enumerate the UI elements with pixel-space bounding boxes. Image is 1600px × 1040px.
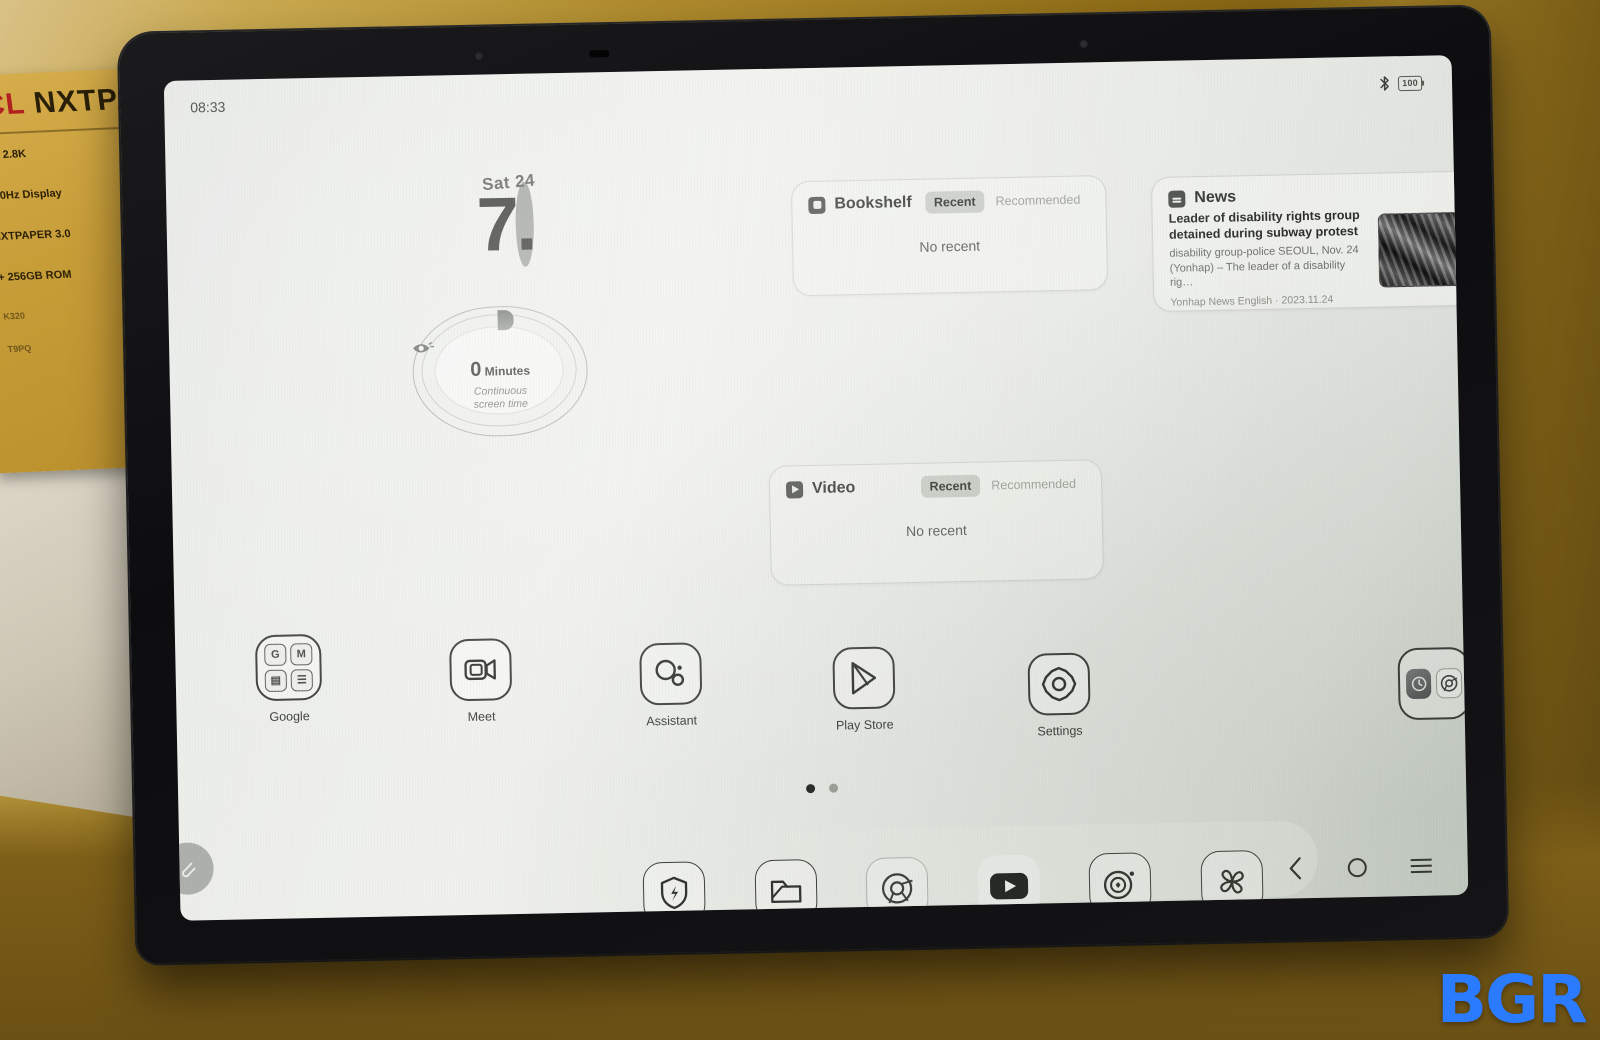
light-sensor-icon [1079, 39, 1089, 49]
placard-brand-tcl: TCL [0, 87, 27, 123]
video-tabs: Recent Recommended [920, 473, 1085, 498]
status-indicators: 100 [1379, 75, 1423, 92]
news-widget[interactable]: News Leader of disability rights group d… [1150, 170, 1469, 313]
app-label-assistant: Assistant [646, 713, 698, 729]
app-settings[interactable]: Settings [1003, 652, 1115, 739]
dock-item-files[interactable] [754, 859, 818, 921]
video-tab-recommended[interactable]: Recommended [982, 473, 1085, 497]
screen-time-label: Continuous screen time [413, 383, 588, 413]
app-label-meet: Meet [467, 709, 496, 724]
dock-item-security[interactable] [642, 861, 706, 921]
app-play-store[interactable]: Play Store [808, 646, 920, 733]
bookshelf-icon [808, 196, 826, 214]
google-folder-icon[interactable]: G M ▤ ☰ [254, 633, 323, 702]
app-meet[interactable]: Meet [425, 638, 537, 725]
chrome-icon [1436, 668, 1463, 699]
battery-indicator: 100 [1397, 75, 1423, 91]
video-camera-icon[interactable] [449, 638, 513, 702]
app-grid: G M ▤ ☰ Google Meet Assistant Play Store… [175, 603, 1465, 759]
dock-item-chrome[interactable] [865, 856, 929, 921]
screen-time-label-line1: Continuous [473, 384, 528, 398]
clock-widget[interactable]: Sat 24 7. [466, 166, 648, 268]
app-google[interactable]: G M ▤ ☰ Google [233, 633, 345, 724]
tablet-device: 08:33 100 Sat 24 7. 0 Minutes Continuous… [118, 6, 1508, 964]
news-thumbnail [1377, 211, 1466, 288]
page-dot-2[interactable] [828, 783, 839, 793]
tablet-screen: 08:33 100 Sat 24 7. 0 Minutes Continuous… [163, 55, 1469, 921]
folder-mini-2: ▤ [264, 669, 288, 693]
play-store-icon[interactable] [832, 646, 896, 710]
settings-gear-icon[interactable] [1027, 652, 1091, 716]
app-assistant[interactable]: Assistant [615, 642, 727, 729]
bookshelf-tab-recent[interactable]: Recent [924, 190, 985, 214]
eye-icon [412, 339, 587, 356]
edge-folder[interactable] [1397, 646, 1469, 721]
video-widget[interactable]: Video Recent Recommended No recent [768, 459, 1104, 586]
dock-item-youtube[interactable] [977, 854, 1041, 918]
page-indicator [178, 771, 1466, 806]
clock-separator: . [515, 181, 535, 267]
top-speaker [589, 50, 610, 58]
folder-mini-0: G [264, 643, 287, 667]
folder-mini-3: ☰ [290, 669, 314, 692]
status-clock: 08:33 [190, 98, 226, 116]
app-label-google: Google [269, 709, 310, 724]
navigation-bar [1288, 854, 1432, 881]
home-circle-icon[interactable] [1347, 857, 1367, 877]
screen-time-content: 0 Minutes Continuous screen time [412, 339, 588, 414]
bookshelf-widget[interactable]: Bookshelf Recent Recommended No recent [790, 175, 1109, 297]
screen-time-value: 0 [469, 358, 482, 381]
play-icon [785, 480, 804, 499]
clock-icon [1405, 668, 1432, 700]
folder-mini-1: M [290, 643, 313, 666]
app-label-settings: Settings [1037, 723, 1083, 739]
video-tab-recent[interactable]: Recent [920, 474, 981, 498]
news-icon [1168, 189, 1186, 208]
news-title: News [1194, 188, 1237, 207]
screen-time-label-line2: screen time [473, 397, 529, 411]
news-snippet: disability group-police SEOUL, Nov. 24 (… [1169, 244, 1359, 289]
news-article[interactable]: Leader of disability rights group detain… [1153, 202, 1469, 310]
bookshelf-header: Bookshelf Recent Recommended [792, 176, 1106, 216]
bookshelf-empty-text: No recent [919, 237, 981, 255]
bgr-watermark: BGR [1436, 961, 1588, 1038]
back-chevron-icon[interactable] [1288, 856, 1304, 880]
news-article-text: Leader of disability rights group detain… [1169, 208, 1370, 309]
bookshelf-tabs: Recent Recommended [924, 188, 1090, 214]
screen-time-unit: Minutes [484, 363, 531, 379]
news-source: Yonhap News English · 2023.11.24 [1170, 293, 1334, 309]
video-title: Video [811, 479, 856, 498]
status-bar: 08:33 100 [164, 69, 1452, 121]
screen-time-widget[interactable]: 0 Minutes Continuous screen time [411, 304, 589, 438]
app-label-play-store: Play Store [835, 717, 894, 733]
screen-time-value-row: 0 Minutes [412, 357, 587, 384]
clock-hour: 7. [476, 181, 647, 268]
bookshelf-title: Bookshelf [834, 193, 912, 213]
video-empty-text: No recent [905, 521, 967, 540]
partial-circle-icon[interactable] [163, 842, 215, 896]
dock [642, 841, 1264, 921]
page-dot-1[interactable] [806, 784, 816, 794]
news-headline: Leader of disability rights group detain… [1168, 207, 1360, 242]
bookshelf-tab-recommended[interactable]: Recommended [986, 188, 1089, 212]
front-camera-icon [474, 51, 484, 61]
dock-item-camera[interactable] [1088, 852, 1153, 916]
bluetooth-icon [1379, 75, 1390, 91]
recents-menu-icon[interactable] [1410, 858, 1432, 874]
assistant-circles-icon[interactable] [639, 642, 703, 706]
dock-item-photos[interactable] [1200, 850, 1264, 914]
video-header: Video Recent Recommended [770, 460, 1102, 501]
